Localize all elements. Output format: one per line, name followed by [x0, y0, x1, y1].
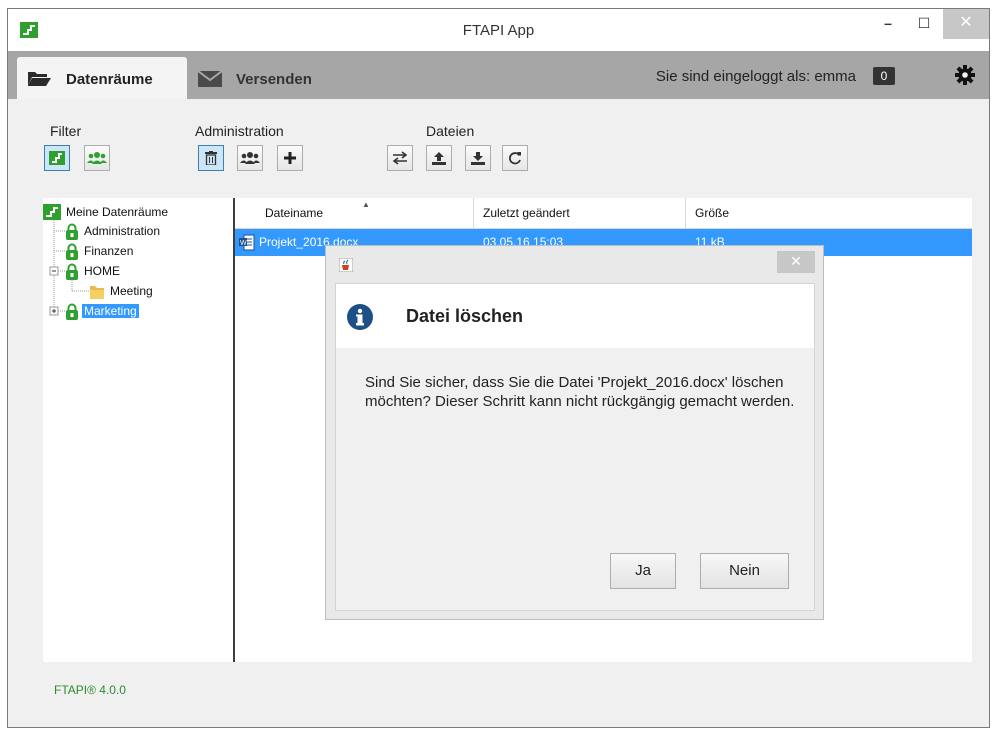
dialog-close-button[interactable]: ✕	[777, 251, 815, 273]
users-icon	[240, 152, 260, 164]
minimize-button[interactable]: –	[871, 9, 905, 39]
green-lock-icon	[66, 263, 78, 280]
dialog-title-bar: ✕	[326, 246, 823, 282]
download-button[interactable]	[465, 145, 491, 171]
filter-group-label: Filter	[50, 123, 82, 139]
tab-versenden[interactable]: Versenden	[198, 57, 358, 99]
close-button[interactable]: ✕	[943, 9, 989, 39]
ftapi-logo-icon	[43, 204, 61, 220]
tab-bar: Datenräume Versenden Sie sind eingeloggt…	[8, 51, 989, 99]
no-button[interactable]: Nein	[700, 553, 789, 589]
move-file-button[interactable]	[387, 145, 413, 171]
tree-item-label: Administration	[84, 224, 161, 238]
upload-button[interactable]	[426, 145, 452, 171]
trash-icon	[205, 151, 217, 165]
column-header-size[interactable]: Größe	[695, 206, 729, 220]
column-header-filename[interactable]: Dateiname	[265, 206, 323, 220]
word-document-icon: W	[239, 234, 255, 251]
envelope-icon	[198, 71, 222, 87]
delete-room-button[interactable]	[198, 145, 224, 171]
collapse-home-toggle	[49, 266, 59, 276]
tree-item-meeting[interactable]: Meeting	[89, 282, 155, 300]
dialog-message: Sind Sie sicher, dass Sie die Datei 'Pro…	[365, 374, 795, 410]
room-tree: Meine Datenräume Administration Finanzen	[43, 198, 233, 662]
tree-item-label: Finanzen	[84, 244, 134, 258]
ftapi-logo-icon	[49, 151, 65, 165]
tree-item-label: HOME	[84, 264, 120, 278]
column-divider[interactable]	[473, 198, 474, 228]
refresh-icon	[509, 152, 521, 165]
tree-item-marketing[interactable]: Marketing	[65, 302, 139, 320]
tree-item-label: Meeting	[110, 284, 153, 298]
column-header-modified[interactable]: Zuletzt geändert	[483, 206, 570, 220]
tab-datenraeume-label: Datenräume	[66, 71, 153, 88]
tree-item-label: Marketing	[82, 304, 139, 318]
title-bar: FTAPI App – ☐ ✕	[8, 9, 989, 51]
info-icon	[347, 304, 373, 330]
tree-item-home[interactable]: HOME	[65, 262, 122, 280]
green-lock-icon	[66, 223, 78, 240]
svg-text:W: W	[240, 240, 247, 247]
administration-group-label: Administration	[195, 123, 284, 139]
filter-my-rooms-button[interactable]	[44, 145, 70, 171]
tab-datenraeume[interactable]: Datenräume	[17, 57, 187, 99]
upload-icon	[432, 151, 446, 165]
green-lock-icon	[66, 303, 78, 320]
column-divider[interactable]	[685, 198, 686, 228]
gear-icon[interactable]	[955, 65, 975, 85]
users-icon	[87, 152, 107, 164]
plus-icon	[284, 152, 296, 164]
tree-root-my-rooms[interactable]: Meine Datenräume	[43, 203, 170, 221]
filter-shared-rooms-button[interactable]	[84, 145, 110, 171]
dialog-header: Datei löschen	[336, 284, 814, 348]
tree-root-label: Meine Datenräume	[66, 205, 169, 219]
yes-button[interactable]: Ja	[610, 553, 676, 589]
window-title: FTAPI App	[462, 22, 535, 39]
maximize-button[interactable]: ☐	[907, 9, 941, 39]
folder-icon	[90, 285, 104, 299]
delete-confirm-dialog: ✕ Datei löschen Sind Sie sicher, dass Si…	[325, 245, 824, 620]
refresh-button[interactable]	[502, 145, 528, 171]
version-label: FTAPI® 4.0.0	[54, 683, 126, 697]
tree-item-administration[interactable]: Administration	[65, 222, 162, 240]
download-icon	[471, 151, 485, 165]
add-room-button[interactable]	[277, 145, 303, 171]
manage-members-button[interactable]	[237, 145, 263, 171]
folder-open-icon	[28, 72, 51, 86]
swap-arrows-icon	[392, 151, 408, 165]
tab-versenden-label: Versenden	[236, 71, 312, 88]
tree-item-finanzen[interactable]: Finanzen	[65, 242, 135, 260]
dialog-title: Datei löschen	[406, 306, 524, 326]
sort-ascending-icon: ▲	[362, 200, 370, 209]
java-cup-icon	[339, 258, 353, 272]
files-group-label: Dateien	[426, 123, 475, 139]
notification-count-badge[interactable]: 0	[873, 67, 895, 85]
expand-marketing-toggle	[49, 306, 59, 316]
dialog-body: Datei löschen Sind Sie sicher, dass Sie …	[335, 283, 815, 611]
login-status: Sie sind eingeloggt als: emma	[655, 68, 856, 85]
green-lock-icon	[66, 243, 78, 260]
